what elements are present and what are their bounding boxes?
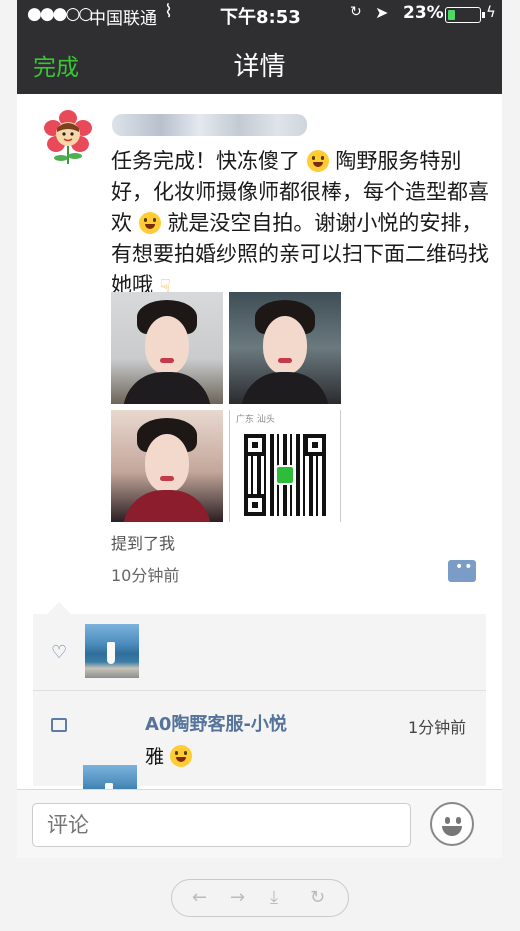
status-bar: ●●●○○ 中国联通 ⌇ 下午8:53 ↻ ➤ 23% ϟ: [17, 0, 502, 29]
battery-nub: [482, 12, 485, 18]
status-time: 下午8:53: [220, 7, 301, 28]
photo-lips: [160, 358, 174, 363]
download-icon[interactable]: ⤓: [270, 887, 278, 908]
qr-finder: [244, 434, 266, 456]
wifi-icon: ⌇: [164, 1, 173, 22]
battery-icon: [445, 7, 485, 23]
wechat-logo-icon: [275, 465, 295, 485]
charging-bolt-icon: ϟ: [486, 3, 496, 21]
comment-text: 雅: [145, 742, 193, 769]
qr-header-text: 广东 汕头: [236, 415, 275, 425]
moment-detail: 任务完成！快冻傻了 陶野服务特别好，化妆师摄像师都很棒，每个造型都喜欢 就是没空…: [17, 94, 502, 819]
emoji-mouth: [442, 826, 462, 836]
comment-author[interactable]: A0陶野客服-小悦: [145, 710, 287, 736]
browser-toolbar: ← → ⤓ ↻: [171, 879, 349, 917]
comment-time: 1分钟前: [408, 718, 467, 737]
post-text-part: 任务完成！快冻傻了: [111, 149, 300, 173]
carrier-name: 中国联通: [89, 9, 157, 29]
photo-face: [263, 316, 307, 374]
rotation-lock-icon: ↻: [350, 4, 362, 20]
likes-pointer: [47, 602, 71, 614]
likes-comments-panel: ♡ A0陶野客服-小悦 1分钟前 雅: [33, 614, 486, 819]
photo-coat: [241, 372, 329, 404]
post-photo-2[interactable]: [229, 292, 341, 404]
emoji-button[interactable]: [430, 802, 474, 846]
refresh-icon[interactable]: ↻: [310, 887, 325, 908]
divider: [33, 690, 486, 691]
comment-input-bar: [17, 789, 502, 858]
location-arrow-icon: ➤: [375, 3, 389, 22]
forward-arrow-icon[interactable]: →: [230, 887, 245, 908]
mention-label: 提到了我: [111, 534, 176, 553]
emoji-eye: [445, 817, 450, 824]
photo-lips: [278, 358, 292, 363]
comment-like-menu-button[interactable]: [448, 559, 476, 582]
post-time: 10分钟前: [111, 566, 180, 585]
comment-input[interactable]: [32, 803, 411, 847]
photo-coat: [123, 490, 211, 522]
post-photo-qr-code[interactable]: 广东 汕头: [229, 410, 341, 522]
battery-level: [448, 10, 455, 20]
comment-text-content: 雅: [145, 746, 165, 768]
battery-percent: 23%: [403, 3, 444, 23]
emoji-eye: [456, 817, 461, 824]
heart-eyes-emoji-icon: [170, 745, 193, 767]
author-avatar[interactable]: [43, 110, 93, 168]
qr-code-icon: [244, 434, 326, 516]
post-text: 任务完成！快冻傻了 陶野服务特别好，化妆师摄像师都很棒，每个造型都喜欢 就是没空…: [111, 146, 491, 302]
tears-of-joy-emoji-icon: [306, 150, 329, 172]
back-arrow-icon[interactable]: ←: [192, 887, 207, 908]
photo-coat: [123, 372, 211, 404]
heart-icon: ♡: [51, 642, 68, 663]
photo-face: [145, 434, 189, 492]
page-title: 详情: [233, 52, 286, 82]
liker-avatar[interactable]: [85, 624, 139, 678]
nav-bar: 完成 详情: [17, 28, 502, 94]
tongue-out-emoji-icon: [138, 212, 161, 234]
comment-icon: [51, 718, 67, 732]
signal-strength: ●●●○○: [27, 4, 93, 24]
qr-finder: [304, 434, 326, 456]
photo-lips: [160, 476, 174, 481]
post-photo-1[interactable]: [111, 292, 223, 404]
qr-finder: [244, 494, 266, 516]
author-name-blurred[interactable]: [112, 114, 307, 136]
post-photo-3[interactable]: [111, 410, 223, 522]
photo-face: [145, 316, 189, 374]
